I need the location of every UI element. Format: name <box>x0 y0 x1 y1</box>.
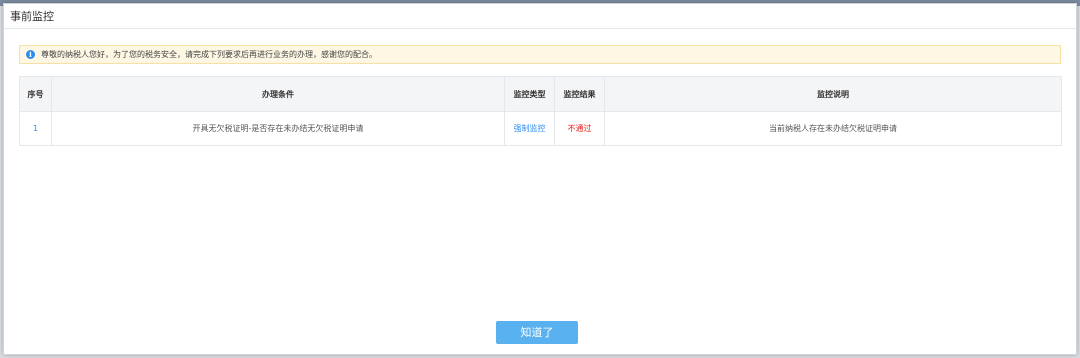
row-condition: 开具无欠税证明-是否存在未办结无欠税证明申请 <box>51 111 505 146</box>
column-header-condition: 办理条件 <box>51 76 505 112</box>
column-header-index: 序号 <box>19 76 52 112</box>
acknowledge-button[interactable]: 知道了 <box>496 321 578 344</box>
info-icon: i <box>26 50 35 59</box>
dialog-title: 事前监控 <box>4 4 1076 29</box>
notice-bar: i 尊敬的纳税人您好，为了您的税务安全，请完成下列要求后再进行业务的办理，感谢您… <box>19 45 1061 64</box>
column-header-type: 监控类型 <box>504 76 555 112</box>
table-header-row: 序号 办理条件 监控类型 监控结果 监控说明 <box>19 76 1062 112</box>
row-index: 1 <box>19 111 52 146</box>
monitor-result: 不通过 <box>554 111 605 146</box>
monitor-type-link[interactable]: 强制监控 <box>504 111 555 146</box>
column-header-description: 监控说明 <box>604 76 1062 112</box>
column-header-result: 监控结果 <box>554 76 605 112</box>
pre-monitoring-dialog: 事前监控 i 尊敬的纳税人您好，为了您的税务安全，请完成下列要求后再进行业务的办… <box>3 3 1077 355</box>
table-row: 1 开具无欠税证明-是否存在未办结无欠税证明申请 强制监控 不通过 当前纳税人存… <box>19 111 1062 146</box>
monitoring-table: 序号 办理条件 监控类型 监控结果 监控说明 1 开具无欠税证明-是否存在未办结… <box>19 76 1062 146</box>
notice-text: 尊敬的纳税人您好，为了您的税务安全，请完成下列要求后再进行业务的办理，感谢您的配… <box>41 50 377 59</box>
row-description: 当前纳税人存在未办结欠税证明申请 <box>604 111 1062 146</box>
